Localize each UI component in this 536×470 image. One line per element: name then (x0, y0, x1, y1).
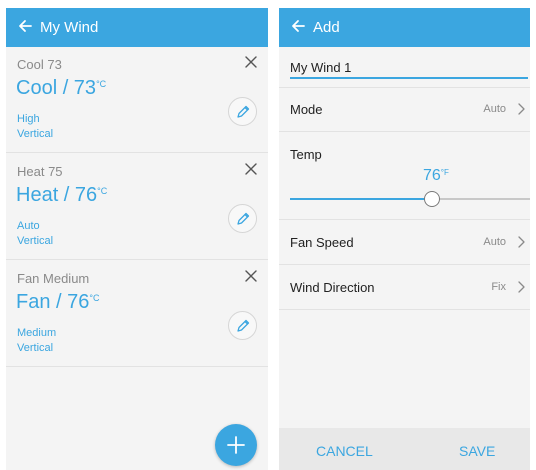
mode-row[interactable]: Mode Auto (279, 87, 530, 132)
card-name: Fan Medium (17, 271, 90, 286)
fan-speed-label: Fan Speed (290, 235, 354, 250)
temp-reading: 76°F (423, 167, 449, 185)
card-name: Cool 73 (17, 57, 62, 72)
wind-direction-value: Fix (491, 281, 506, 293)
card-wind-direction: Vertical (17, 235, 54, 247)
card-mode-temp: Fan / 76°C (16, 291, 100, 314)
card-mode-temp: Cool / 73°C (16, 77, 106, 100)
app-bar: Add (279, 8, 530, 47)
wind-card-heat[interactable]: Heat 75 Heat / 76°C Auto Vertical (6, 154, 268, 260)
wind-direction-row[interactable]: Wind Direction Fix (279, 265, 530, 310)
close-icon[interactable] (244, 55, 258, 69)
card-mode-temp-value: Cool / 73 (16, 77, 97, 99)
temp-label: Temp (290, 147, 322, 162)
fan-speed-value: Auto (483, 236, 506, 248)
pencil-icon (237, 105, 250, 118)
card-wind-direction: Vertical (17, 342, 54, 354)
fan-speed-row[interactable]: Fan Speed Auto (279, 220, 530, 265)
edit-button[interactable] (228, 204, 257, 233)
slider-fill (290, 198, 432, 200)
pencil-icon (237, 212, 250, 225)
card-fan-speed: Auto (17, 220, 40, 232)
back-arrow-icon[interactable] (16, 17, 36, 37)
card-mode-temp-value: Heat / 76 (16, 184, 98, 206)
chevron-right-icon (516, 102, 526, 116)
page-title: My Wind (40, 19, 99, 36)
plus-icon (227, 436, 245, 454)
mode-label: Mode (290, 102, 323, 117)
mode-value: Auto (483, 103, 506, 115)
edit-button[interactable] (228, 311, 257, 340)
add-wind-screen: Add Mode Auto Temp 76°F Fan Speed Auto W… (279, 8, 530, 470)
temp-value: 76 (423, 167, 441, 184)
edit-button[interactable] (228, 97, 257, 126)
app-bar: My Wind (6, 8, 268, 47)
card-fan-speed: Medium (17, 327, 57, 339)
add-wind-button[interactable] (215, 424, 257, 466)
wind-name-input[interactable] (290, 57, 528, 79)
save-button[interactable]: SAVE (459, 443, 495, 459)
close-icon[interactable] (244, 269, 258, 283)
my-wind-screen: My Wind Cool 73 Cool / 73°C High Vertica… (6, 8, 268, 470)
temp-unit: °F (440, 168, 449, 177)
action-bar: CANCEL SAVE (279, 428, 530, 470)
pencil-icon (237, 319, 250, 332)
close-icon[interactable] (244, 162, 258, 176)
cancel-button[interactable]: CANCEL (316, 443, 373, 459)
card-mode-temp-value: Fan / 76 (16, 291, 90, 313)
card-temp-unit: °C (89, 293, 100, 303)
card-name: Heat 75 (17, 164, 63, 179)
chevron-right-icon (516, 280, 526, 294)
wind-card-cool[interactable]: Cool 73 Cool / 73°C High Vertical (6, 47, 268, 153)
temp-section: Temp 76°F (279, 132, 530, 220)
temp-slider[interactable] (290, 189, 530, 209)
card-fan-speed: High (17, 113, 40, 125)
wind-card-fan[interactable]: Fan Medium Fan / 76°C Medium Vertical (6, 261, 268, 367)
back-arrow-icon[interactable] (289, 17, 309, 37)
card-temp-unit: °C (96, 79, 107, 89)
chevron-right-icon (516, 235, 526, 249)
card-mode-temp: Heat / 76°C (16, 184, 107, 207)
wind-direction-label: Wind Direction (290, 280, 375, 295)
slider-thumb[interactable] (423, 191, 440, 207)
card-temp-unit: °C (97, 186, 108, 196)
page-title: Add (313, 19, 340, 36)
card-wind-direction: Vertical (17, 128, 54, 140)
